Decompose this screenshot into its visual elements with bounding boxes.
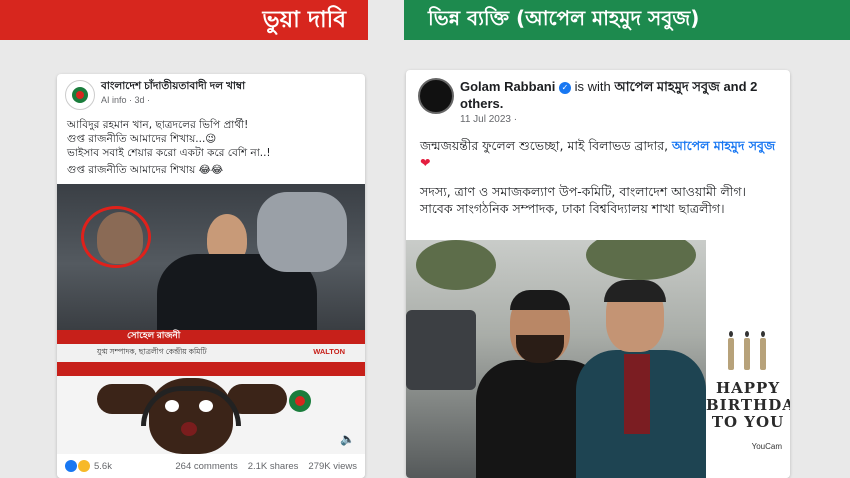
tv-channel: WALTON	[313, 347, 345, 356]
quoted-line: গুপ্ত রাজনীতি আমাদের শিখায় 😂😂	[67, 164, 224, 176]
page-avatar[interactable]	[65, 80, 95, 110]
background-tree	[416, 240, 496, 290]
real-person-label: ভিন্ন ব্যক্তি (আপেল মাহমুদ সবুজ)	[428, 5, 700, 30]
post-body: আবিদুর রহমান খান, ছাত্রদলের ভিপি প্রার্থ…	[57, 116, 365, 179]
party-logo-icon	[72, 87, 88, 103]
greeting-line: জন্মজয়ন্তীর ফুলেল শুভেচ্ছা, মাই বিলাভড …	[420, 137, 776, 171]
candle-icon	[728, 331, 734, 370]
tv-caption-strip: যুগ্ম সম্পাদক, ছাত্রলীগ কেন্দ্রীয় কমিটি…	[57, 344, 365, 362]
original-facebook-post: Golam Rabbani ✓ is with আপেল মাহমুদ সবুজ…	[406, 70, 790, 478]
volume-icon[interactable]: 🔈	[340, 432, 355, 446]
reaction-count[interactable]: 5.6k	[94, 461, 112, 472]
reaction-meme-image[interactable]: 🔈	[57, 362, 365, 454]
candle-icon	[744, 331, 750, 370]
tv-name-label: সোহেল রাজনী	[127, 330, 181, 340]
post-line: ভাইসাব সবাই শেয়ার করো একটা করে বেশি না.…	[67, 147, 271, 159]
author-avatar[interactable]	[418, 78, 454, 114]
person-hair	[604, 280, 666, 302]
meme-eye	[165, 400, 179, 412]
tagged-link[interactable]: আপেল মাহমুদ সবুজ	[672, 138, 775, 153]
post-header: বাংলাদেশ চাঁদাতীয়তাবাদী দল খাম্বা AI in…	[57, 74, 365, 116]
is-with-text: is with	[574, 79, 611, 94]
birthday-overlay: HAPPY BIRTHDAY TO YOU YouCam	[706, 240, 790, 478]
candle-icon	[760, 331, 766, 370]
post-stats-bar: 5.6k 264 comments 2.1K shares 279K views	[57, 454, 365, 478]
party-logo-icon	[289, 390, 311, 412]
background-tree	[586, 240, 696, 280]
meme-mouth	[181, 422, 197, 436]
like-reaction-icon	[65, 460, 77, 472]
birthday-photo[interactable]	[406, 240, 706, 478]
views-count: 279K views	[308, 460, 357, 472]
post-header: Golam Rabbani ✓ is with আপেল মাহমুদ সবুজ…	[406, 70, 790, 133]
author-name[interactable]: Golam Rabbani	[460, 79, 555, 94]
post-line: গুপ্ত রাজনীতি আমাদের শিখায়...😉	[67, 133, 217, 145]
youcam-watermark: YouCam	[751, 442, 782, 451]
tagged-person[interactable]: আপেল মাহমুদ সবুজ	[614, 79, 719, 94]
person-hair	[510, 290, 570, 310]
heart-icon: ❤	[420, 155, 431, 170]
fake-facebook-post: বাংলাদেশ চাঁদাতীয়তাবাদী দল খাম্বা AI in…	[57, 74, 365, 478]
fake-claim-label: ভুয়া দাবি	[262, 6, 347, 33]
shares-count[interactable]: 2.1K shares	[248, 461, 299, 472]
post-meta: AI info · 3d ·	[101, 95, 151, 105]
background-person	[257, 192, 347, 272]
news-screenshot-image[interactable]: সোহেল রাজনী যুগ্ম সম্পাদক, ছাত্রলীগ কেন্…	[57, 184, 365, 362]
tv-caption: যুগ্ম সম্পাদক, ছাত্রলীগ কেন্দ্রীয় কমিটি	[97, 347, 207, 356]
page-name[interactable]: বাংলাদেশ চাঁদাতীয়তাবাদী দল খাম্বা	[101, 80, 245, 93]
greeting-text: জন্মজয়ন্তীর ফুলেল শুভেচ্ছা, মাই বিলাভড …	[420, 138, 673, 153]
background-car	[406, 310, 476, 390]
post-body: জন্মজয়ন্তীর ফুলেল শুভেচ্ছা, মাই বিলাভড …	[406, 133, 790, 221]
meme-eye	[199, 400, 213, 412]
fake-claim-banner: ভুয়া দাবি	[0, 0, 368, 40]
real-person-banner: ভিন্ন ব্যক্তি (আপেল মাহমুদ সবুজ)	[404, 0, 850, 40]
haha-reaction-icon	[78, 460, 90, 472]
comments-count[interactable]: 264 comments	[175, 461, 237, 472]
person-right	[576, 280, 706, 478]
post-line: আবিদুর রহমান খান, ছাত্রদলের ভিপি প্রার্থ…	[67, 119, 249, 131]
verified-badge-icon: ✓	[558, 81, 571, 94]
red-highlight-circle	[81, 206, 151, 268]
bio-paragraph: সদস্য, ত্রাণ ও সমাজকল্যাণ উপ-কমিটি, বাংল…	[420, 184, 747, 216]
meme-header-bar	[57, 362, 365, 376]
tv-news-strip	[57, 330, 365, 344]
author-line: Golam Rabbani ✓ is with আপেল মাহমুদ সবুজ…	[460, 78, 778, 112]
birthday-text: HAPPY BIRTHDAY TO YOU	[706, 379, 790, 431]
post-date[interactable]: 11 Jul 2023 ·	[460, 114, 778, 125]
person-shirt	[624, 354, 650, 434]
